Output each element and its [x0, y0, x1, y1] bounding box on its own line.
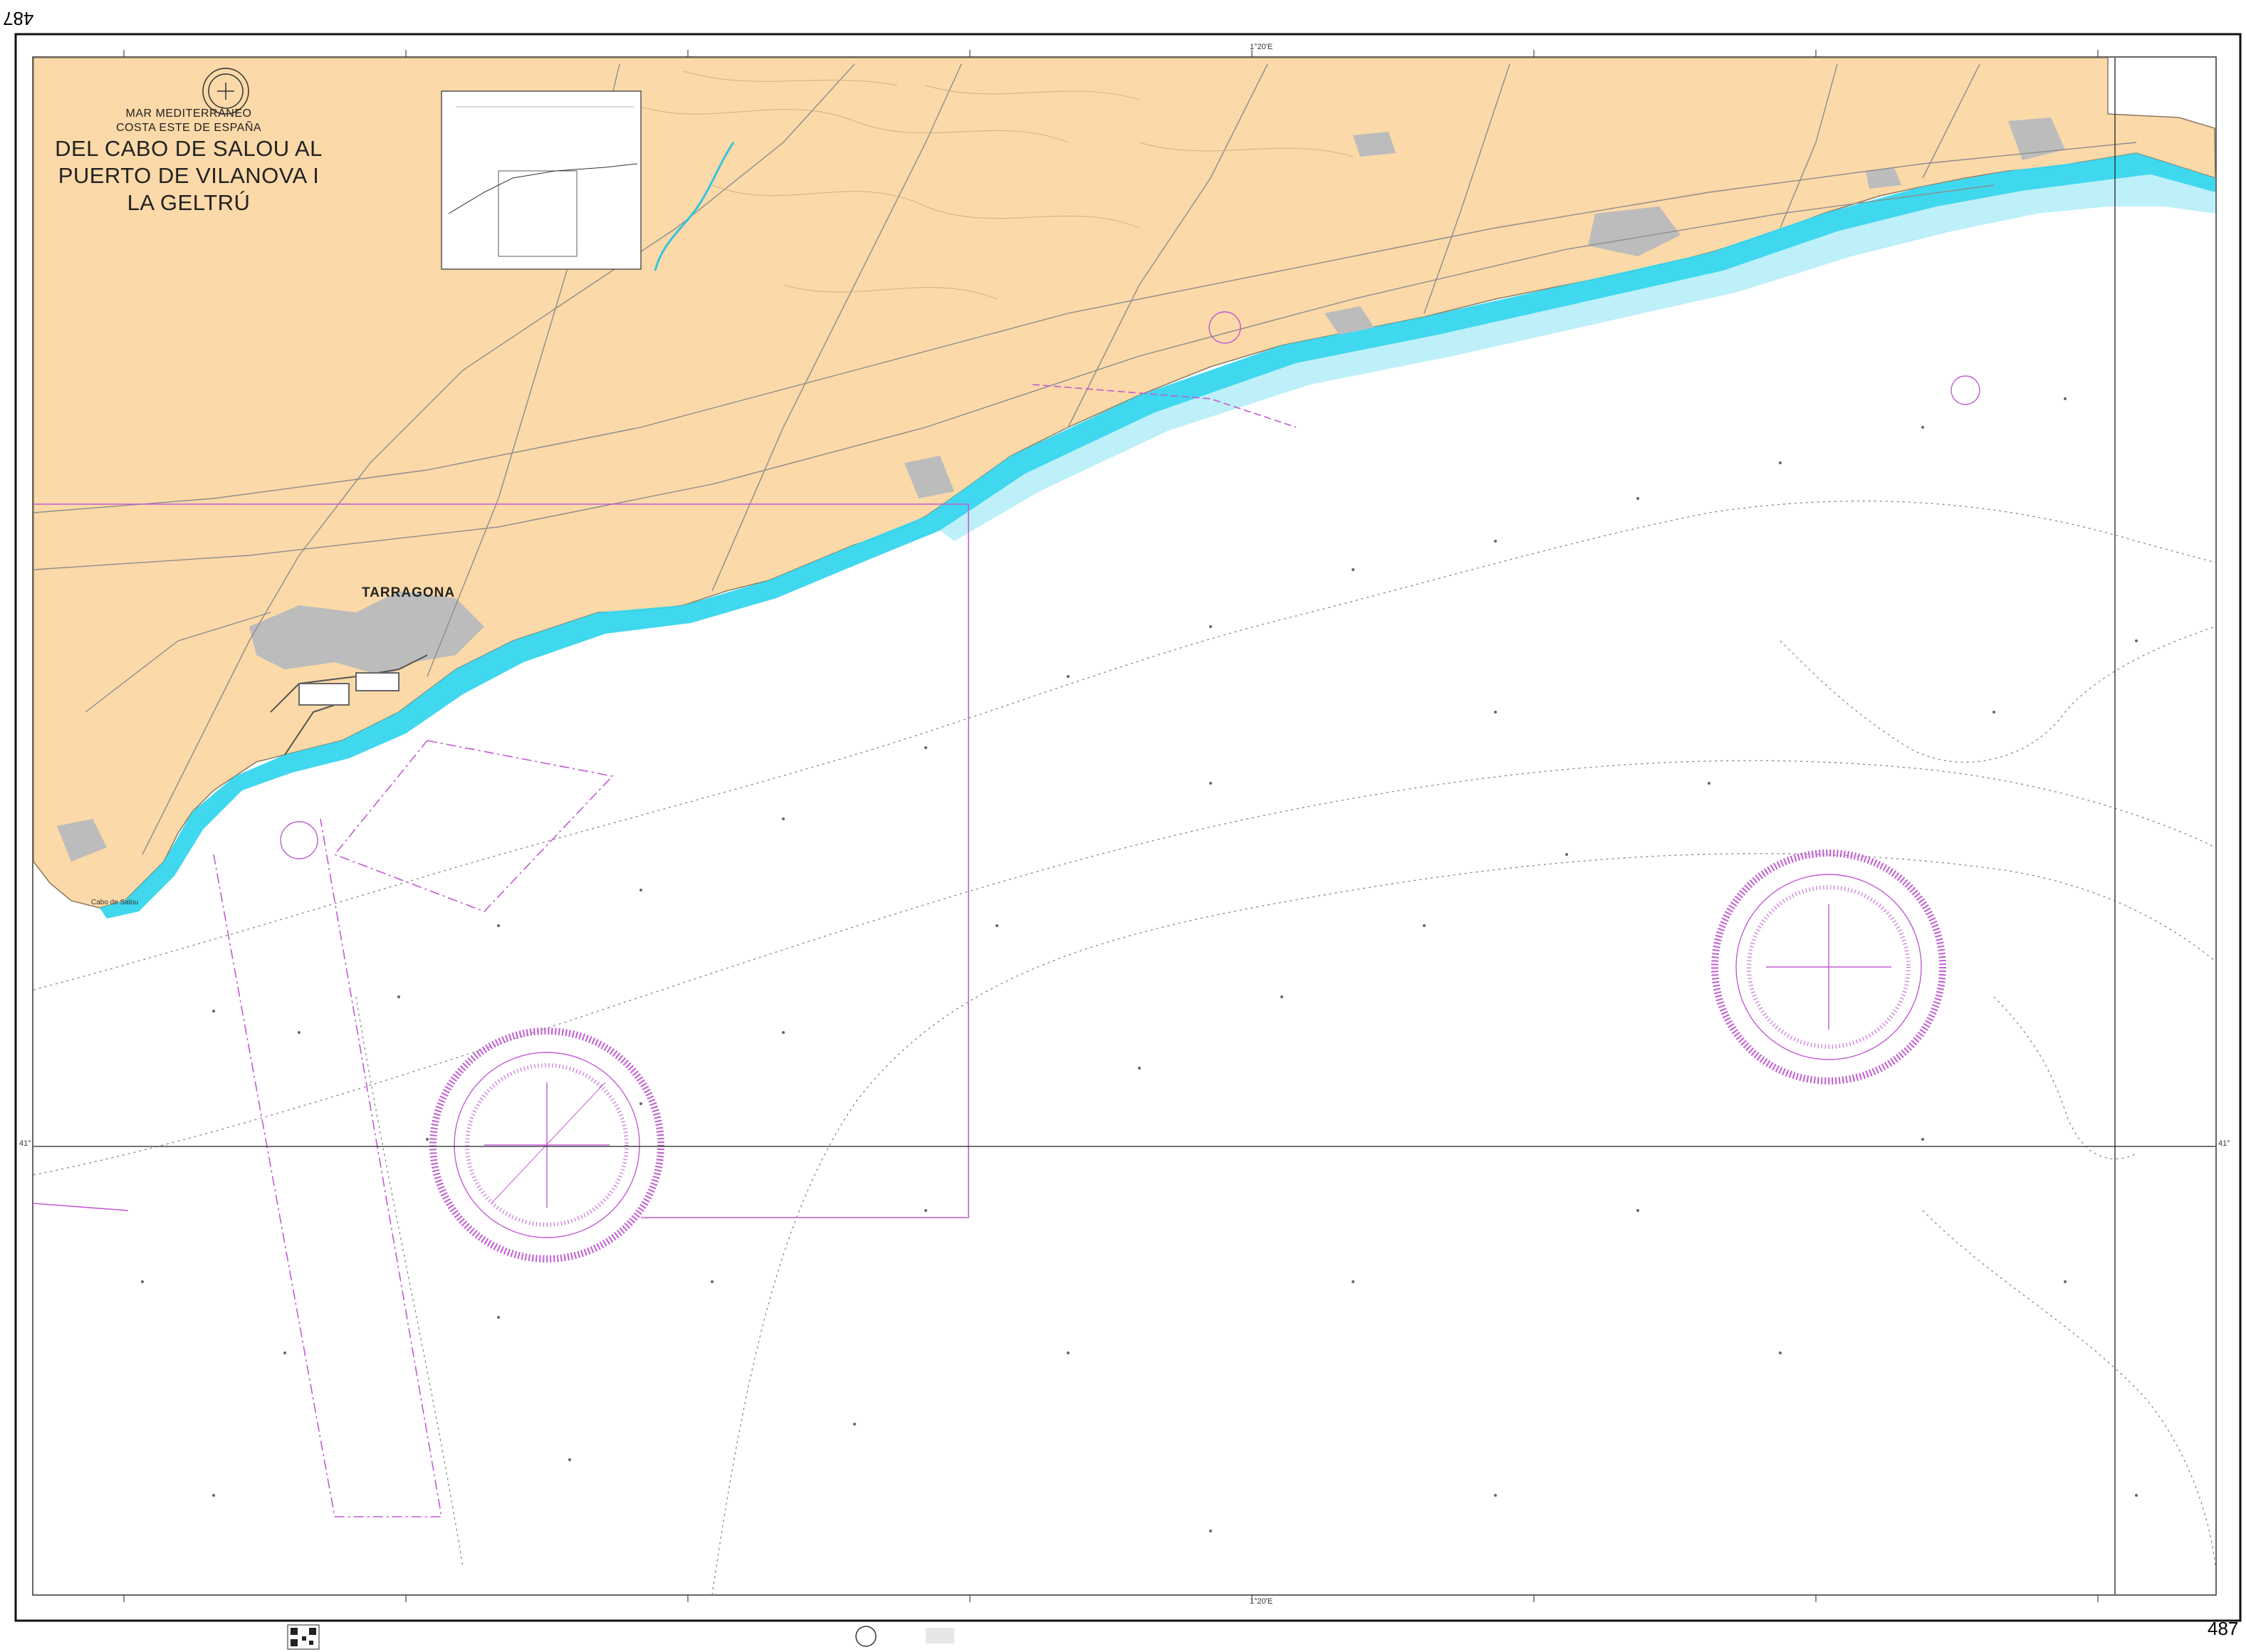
qr-code: [287, 1624, 320, 1650]
source-diagram-inset: [441, 90, 642, 270]
chart-title-block: MAR MEDITERRÁNEO COSTA ESTE DE ESPAÑA DE…: [50, 107, 328, 216]
graticule-label-bottom: 1°20'E: [1250, 1597, 1273, 1606]
nautical-chart: [0, 0, 2246, 1652]
place-cabo-de-salou: Cabo de Salou: [91, 899, 139, 906]
place-tarragona: TARRAGONA: [362, 585, 456, 600]
latitude-label-left: 41°: [19, 1139, 31, 1148]
chart-number-bottom-right: 487: [2208, 1618, 2239, 1639]
title-line-1: DEL CABO DE SALOU AL: [55, 136, 323, 161]
title-region: COSTA ESTE DE ESPAÑA: [115, 122, 262, 134]
latitude-label-right: 41°: [2218, 1139, 2230, 1148]
title-sea: MAR MEDITERRÁNEO: [125, 108, 252, 120]
title-line-2: PUERTO DE VILANOVA I LA GELTRÚ: [58, 163, 320, 215]
graticule-label-top: 1°20'E: [1250, 43, 1273, 51]
chart-number-top-left: 487: [3, 8, 34, 29]
